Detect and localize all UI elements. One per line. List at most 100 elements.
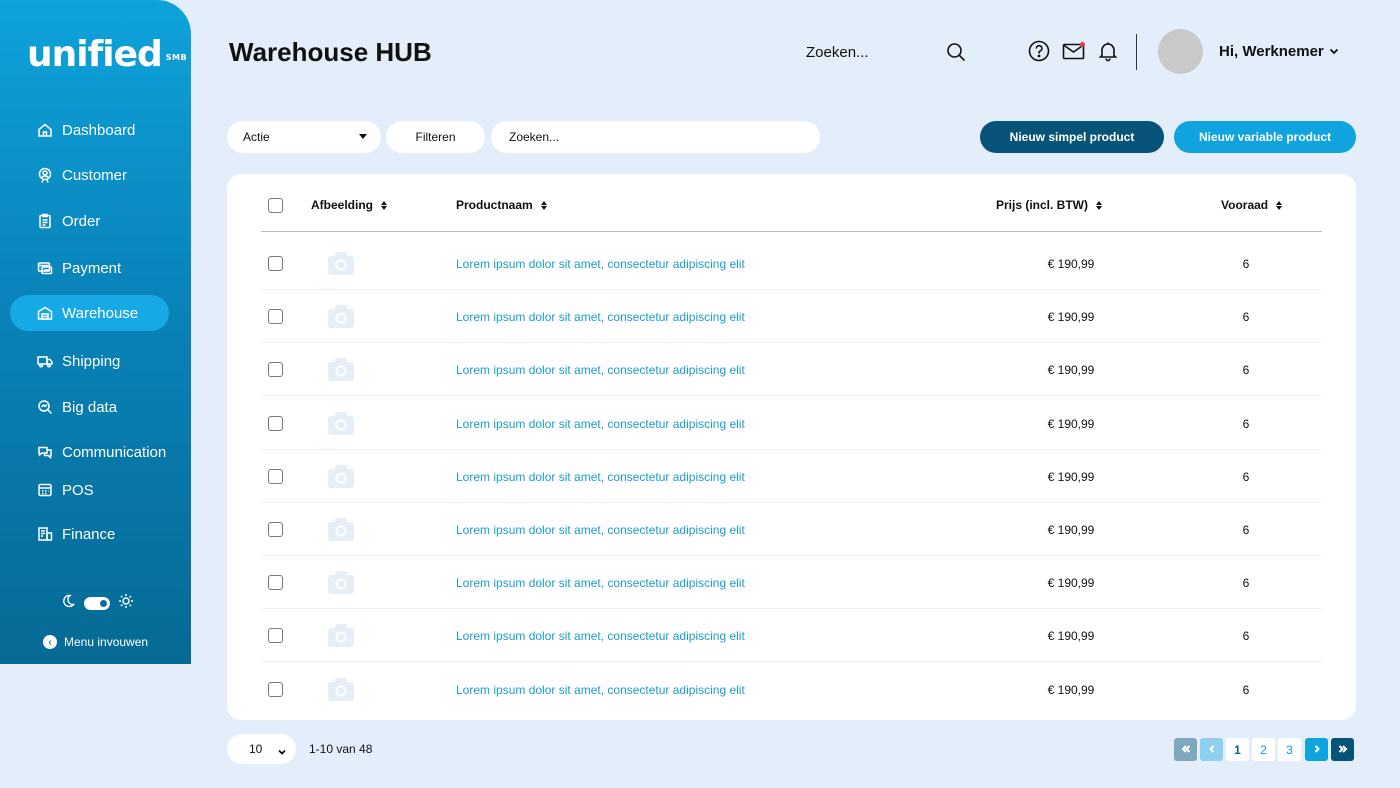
bell-icon[interactable] (1097, 40, 1119, 62)
product-name-link[interactable]: Lorem ipsum dolor sit amet, consectetur … (456, 629, 745, 643)
table-row[interactable]: Lorem ipsum dolor sit amet, consectetur … (261, 663, 1322, 716)
mail-icon[interactable] (1062, 40, 1086, 62)
first-page-button[interactable] (1174, 738, 1197, 761)
sidebar-item-warehouse[interactable]: Warehouse (10, 295, 169, 331)
table-row[interactable]: Lorem ipsum dolor sit amet, consectetur … (261, 397, 1322, 450)
row-checkbox[interactable] (268, 575, 283, 591)
product-name-link[interactable]: Lorem ipsum dolor sit amet, consectetur … (456, 470, 745, 484)
table-row[interactable]: Lorem ipsum dolor sit amet, consectetur … (261, 343, 1322, 397)
table-row[interactable]: Lorem ipsum dolor sit amet, consectetur … (261, 450, 1322, 503)
table-row[interactable]: Lorem ipsum dolor sit amet, consectetur … (261, 556, 1322, 610)
column-header-stock[interactable]: Vooraad (1221, 198, 1283, 212)
clipboard-icon (37, 213, 53, 229)
page-title: Warehouse HUB (229, 37, 432, 67)
sidebar-item-label: Payment (62, 259, 122, 277)
sidebar-item-pos[interactable]: POS (10, 472, 169, 508)
sidebar-item-label: Big data (62, 398, 118, 416)
sidebar-item-label: Warehouse (62, 304, 139, 322)
row-checkbox[interactable] (268, 415, 283, 431)
table-row[interactable]: Lorem ipsum dolor sit amet, consectetur … (261, 503, 1322, 556)
page-button-3[interactable]: 3 (1278, 738, 1301, 761)
result-range: 1-10 van 48 (309, 742, 373, 756)
page-button-1[interactable]: 1 (1226, 738, 1249, 761)
action-select[interactable]: Actie (227, 121, 381, 153)
select-all-checkbox[interactable] (268, 198, 283, 213)
product-name-link[interactable]: Lorem ipsum dolor sit amet, consectetur … (456, 576, 745, 590)
row-checkbox[interactable] (268, 256, 283, 271)
image-placeholder-icon (327, 463, 355, 489)
image-placeholder-icon (327, 622, 355, 648)
product-price: € 190,99 (1047, 310, 1095, 325)
sidebar-item-payment[interactable]: Payment (10, 250, 169, 286)
table-row[interactable]: Lorem ipsum dolor sit amet, consectetur … (261, 609, 1322, 663)
product-name-link[interactable]: Lorem ipsum dolor sit amet, consectetur … (456, 257, 745, 271)
per-page-value: 10 (249, 742, 263, 756)
collapse-menu-button[interactable]: ‹ Menu invouwen (43, 635, 148, 649)
row-checkbox[interactable] (268, 522, 283, 537)
sidebar-item-customer[interactable]: Customer (10, 157, 169, 193)
per-page-select[interactable]: 10 (227, 734, 296, 764)
table-row[interactable]: Lorem ipsum dolor sit amet, consectetur … (261, 237, 1322, 290)
chevron-down-icon[interactable] (1328, 44, 1340, 56)
register-icon (37, 482, 53, 498)
column-label: Afbeelding (311, 198, 373, 212)
sort-icon (1096, 200, 1103, 210)
header-search-input[interactable]: Zoeken... (806, 44, 869, 61)
new-variable-product-button[interactable]: Nieuw variable product (1174, 121, 1356, 153)
sidebar-item-label: Order (62, 212, 101, 230)
product-search-input[interactable] (491, 121, 820, 153)
row-checkbox[interactable] (268, 309, 283, 325)
filter-button[interactable]: Filteren (386, 121, 485, 153)
product-price: € 190,99 (1047, 629, 1095, 644)
chat-icon (37, 444, 53, 460)
help-icon[interactable] (1028, 40, 1050, 62)
brand-name: unified (27, 34, 163, 75)
product-name-link[interactable]: Lorem ipsum dolor sit amet, consectetur … (456, 523, 745, 537)
sidebar-item-label: Dashboard (62, 121, 136, 139)
avatar[interactable] (1158, 29, 1203, 74)
column-label: Prijs (incl. BTW) (996, 198, 1089, 212)
moon-icon (60, 593, 76, 614)
sidebar-item-big-data[interactable]: Big data (10, 389, 169, 425)
table-row[interactable]: Lorem ipsum dolor sit amet, consectetur … (261, 290, 1322, 344)
sidebar-item-shipping[interactable]: Shipping (10, 343, 169, 379)
row-checkbox[interactable] (268, 628, 283, 644)
product-name-link[interactable]: Lorem ipsum dolor sit amet, consectetur … (456, 683, 745, 697)
double-chevron-right-icon (1338, 743, 1348, 757)
column-header-price[interactable]: Prijs (incl. BTW) (996, 198, 1103, 212)
next-page-button[interactable] (1305, 738, 1328, 761)
product-name-link[interactable]: Lorem ipsum dolor sit amet, consectetur … (456, 310, 745, 324)
last-page-button[interactable] (1331, 738, 1354, 761)
image-placeholder-icon (327, 676, 355, 702)
column-header-image[interactable]: Afbeelding (311, 198, 387, 212)
product-stock: 6 (1242, 523, 1250, 537)
page-button-2[interactable]: 2 (1252, 738, 1275, 761)
brand-logo[interactable]: unified SMB (27, 34, 187, 75)
prev-page-button[interactable] (1200, 738, 1223, 761)
row-checkbox[interactable] (268, 468, 283, 484)
user-greeting[interactable]: Hi, Werknemer (1219, 43, 1324, 60)
image-placeholder-icon (327, 410, 355, 436)
new-simple-product-button[interactable]: Nieuw simpel product (980, 121, 1164, 153)
product-price: € 190,99 (1047, 523, 1095, 537)
home-icon (37, 122, 53, 138)
product-stock: 6 (1242, 629, 1250, 644)
column-header-name[interactable]: Productnaam (456, 198, 547, 212)
product-price: € 190,99 (1047, 363, 1095, 378)
theme-toggle[interactable] (60, 593, 134, 614)
sidebar-item-communication[interactable]: Communication (10, 434, 169, 470)
product-name-link[interactable]: Lorem ipsum dolor sit amet, consectetur … (456, 363, 745, 377)
chevron-left-icon (1207, 743, 1217, 757)
sidebar-item-dashboard[interactable]: Dashboard (10, 112, 169, 148)
sidebar-item-order[interactable]: Order (10, 203, 169, 239)
row-checkbox[interactable] (268, 362, 283, 378)
row-checkbox[interactable] (268, 681, 283, 697)
sidebar-item-label: POS (62, 481, 94, 499)
sidebar-item-finance[interactable]: Finance (10, 516, 169, 552)
product-name-link[interactable]: Lorem ipsum dolor sit amet, consectetur … (456, 417, 745, 431)
theme-switch[interactable] (84, 597, 110, 610)
product-price: € 190,99 (1047, 576, 1095, 591)
brand-tag: SMB (165, 53, 188, 62)
product-table: Afbeelding Productnaam Prijs (incl. BTW)… (227, 174, 1356, 720)
search-icon[interactable] (945, 41, 967, 63)
